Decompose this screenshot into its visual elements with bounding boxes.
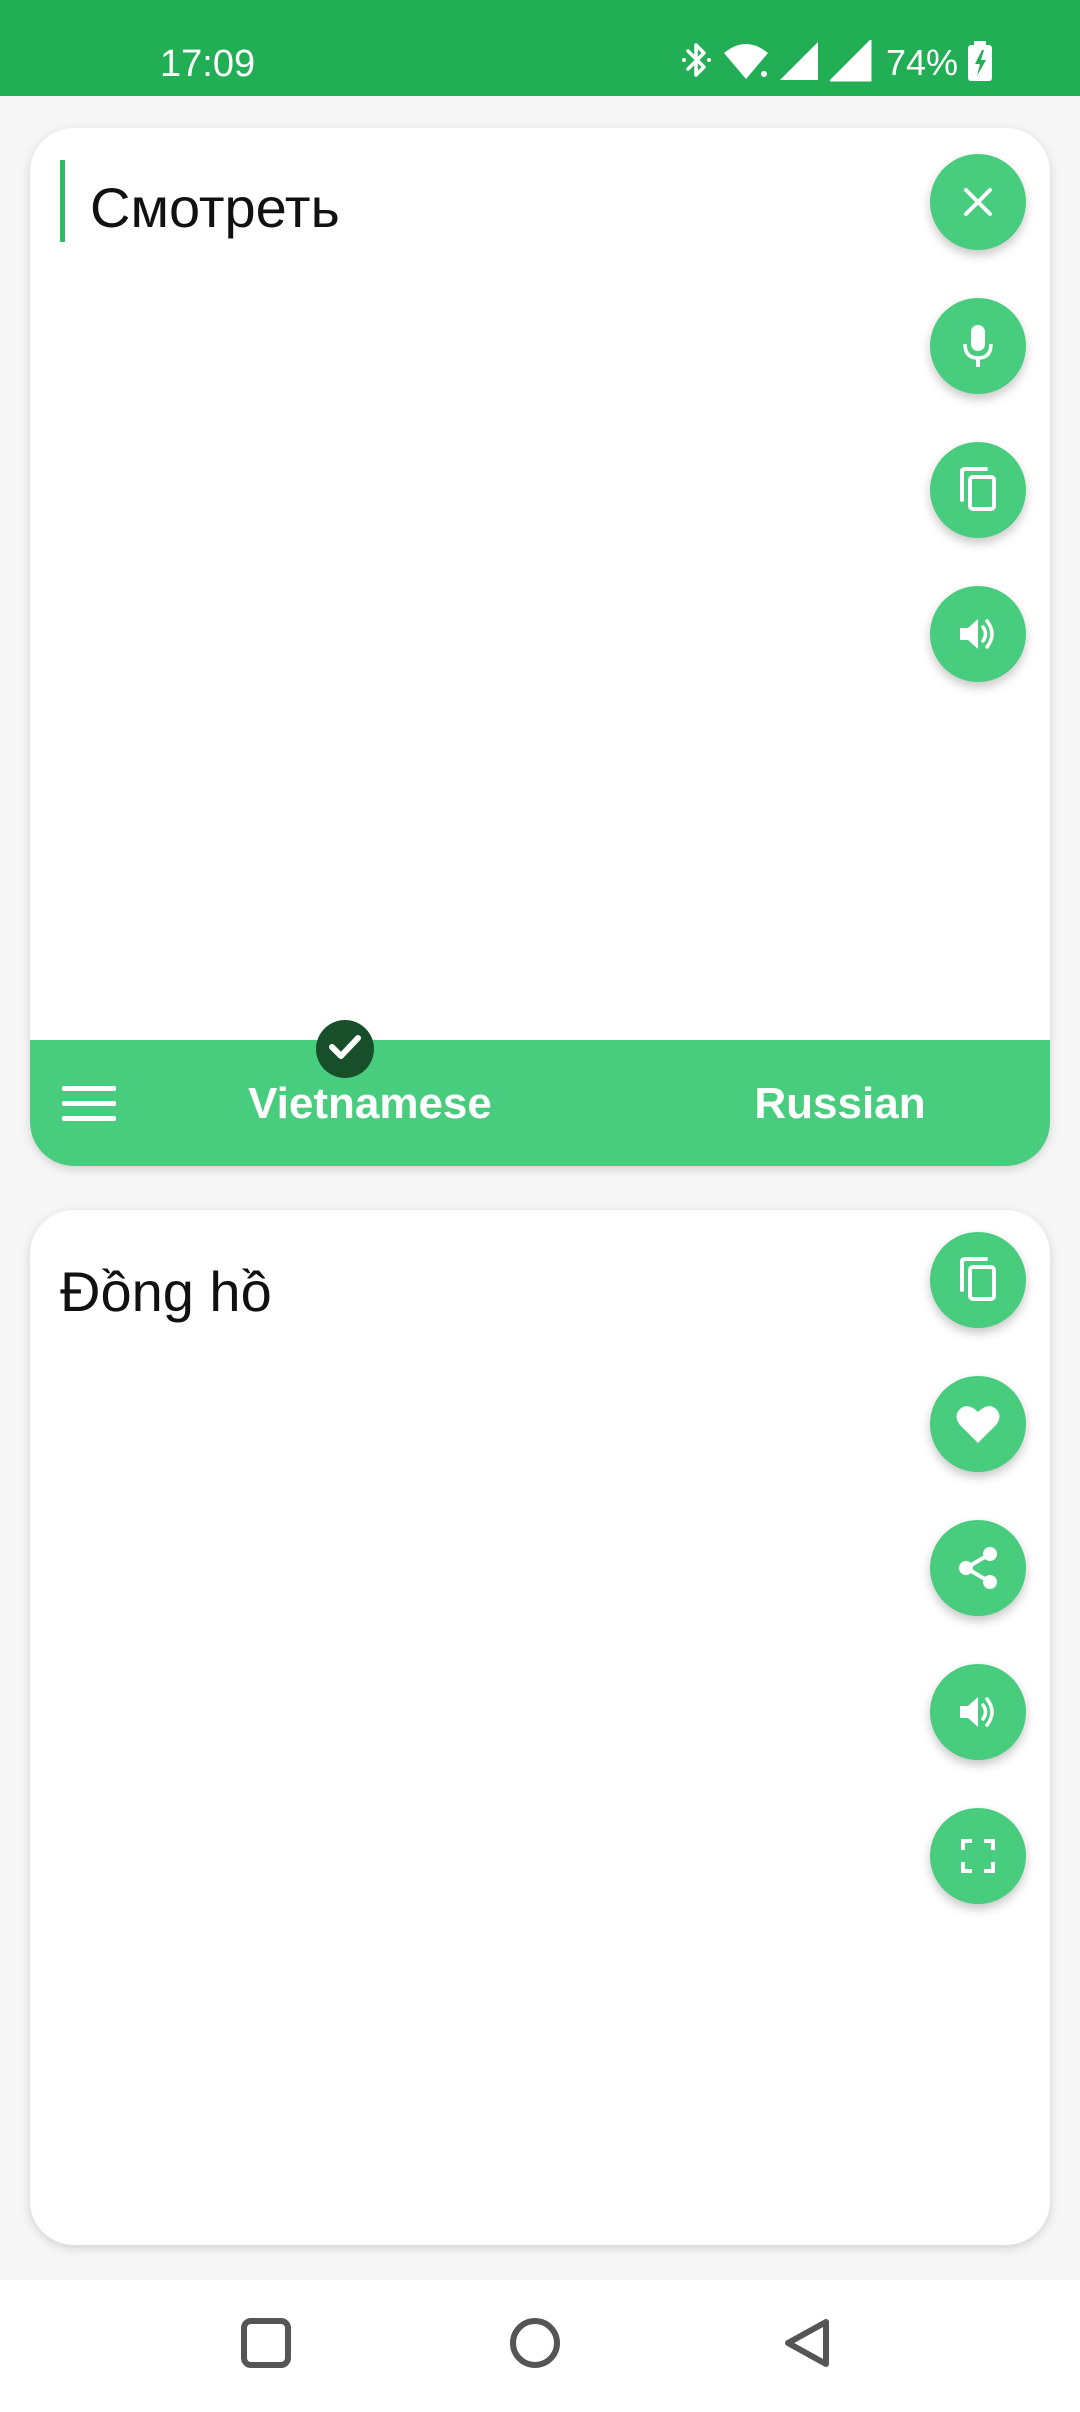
microphone-icon — [958, 322, 998, 370]
fullscreen-button[interactable] — [930, 1808, 1026, 1904]
source-card: Смотреть Vietnamese Russian — [30, 128, 1050, 1166]
speaker-icon — [956, 1692, 1000, 1732]
status-bar: 17:09 74% — [0, 0, 1080, 96]
home-button[interactable] — [500, 2310, 570, 2380]
speaker-icon — [956, 614, 1000, 654]
bluetooth-icon — [680, 39, 714, 88]
copy-translation-button[interactable] — [930, 1232, 1026, 1328]
status-icons: 74% — [680, 37, 994, 88]
copy-icon — [956, 466, 1000, 514]
signal-icon — [828, 37, 874, 87]
battery-percent: 74% — [885, 42, 958, 83]
selected-language-badge — [316, 1020, 374, 1078]
speak-source-button[interactable] — [930, 586, 1026, 682]
share-icon — [956, 1545, 1000, 1591]
speak-translation-button[interactable] — [930, 1664, 1026, 1760]
close-icon — [958, 182, 998, 222]
back-button[interactable] — [772, 2310, 842, 2380]
back-icon — [780, 2316, 834, 2375]
status-time: 17:09 — [160, 43, 256, 85]
translation-card: Đồng hồ — [30, 1210, 1050, 2245]
menu-icon — [60, 1086, 120, 1132]
language-bar: Vietnamese Russian — [30, 1040, 1050, 1166]
clear-button[interactable] — [930, 154, 1026, 250]
wifi-icon — [722, 41, 770, 86]
signal-icon — [778, 40, 822, 87]
target-language-selector[interactable]: Russian — [690, 1078, 990, 1130]
copy-source-button[interactable] — [930, 442, 1026, 538]
recents-icon — [240, 2317, 292, 2374]
source-text-input[interactable]: Смотреть — [60, 168, 340, 248]
favorite-button[interactable] — [930, 1376, 1026, 1472]
recents-button[interactable] — [231, 2310, 301, 2380]
heart-icon — [955, 1403, 1001, 1445]
system-nav-bar — [0, 2280, 1080, 2412]
share-button[interactable] — [930, 1520, 1026, 1616]
translation-text: Đồng hồ — [60, 1260, 272, 1323]
copy-icon — [956, 1256, 1000, 1304]
fullscreen-icon — [958, 1836, 998, 1876]
home-icon — [508, 2316, 562, 2375]
check-icon — [327, 1032, 363, 1067]
voice-input-button[interactable] — [930, 298, 1026, 394]
source-language-selector[interactable]: Vietnamese — [220, 1078, 520, 1130]
battery-charging-icon — [966, 40, 994, 87]
menu-button[interactable] — [60, 1078, 120, 1128]
